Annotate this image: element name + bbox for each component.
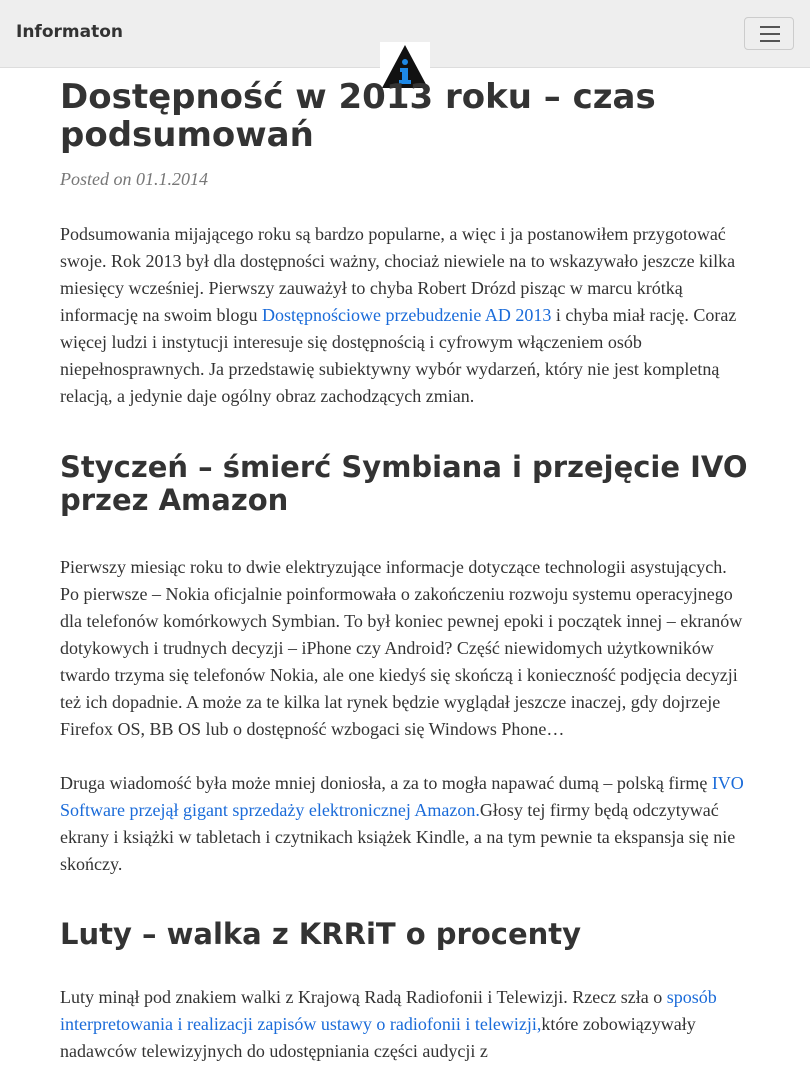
article-title: Dostępność w 2013 roku – czas podsumowań (60, 77, 656, 155)
hamburger-menu-icon (760, 26, 780, 28)
menu-toggle-button[interactable] (744, 17, 794, 50)
brand-link[interactable]: Informaton (16, 22, 123, 42)
january-paragraph-2: Druga wiadomość była może mniej doniosła… (60, 773, 744, 874)
section-heading-january: Styczeń – śmierć Symbiana i przejęcie IV… (60, 450, 748, 517)
post-date: Posted on 01.1.2014 (60, 169, 208, 189)
article-content: Dostępność w 2013 roku – czas podsumowań… (60, 78, 750, 1065)
january-paragraph-1: Pierwszy miesiąc roku to dwie elektryzuj… (60, 557, 743, 739)
przebudzenie-link[interactable]: Dostępnościowe przebudzenie AD 2013 (262, 305, 551, 325)
section-heading-february: Luty – walka z KRRiT o procenty (60, 917, 582, 951)
intro-paragraph: Podsumowania mijającego roku są bardzo p… (60, 224, 737, 406)
february-paragraph: Luty minął pod znakiem walki z Krajową R… (60, 987, 717, 1061)
